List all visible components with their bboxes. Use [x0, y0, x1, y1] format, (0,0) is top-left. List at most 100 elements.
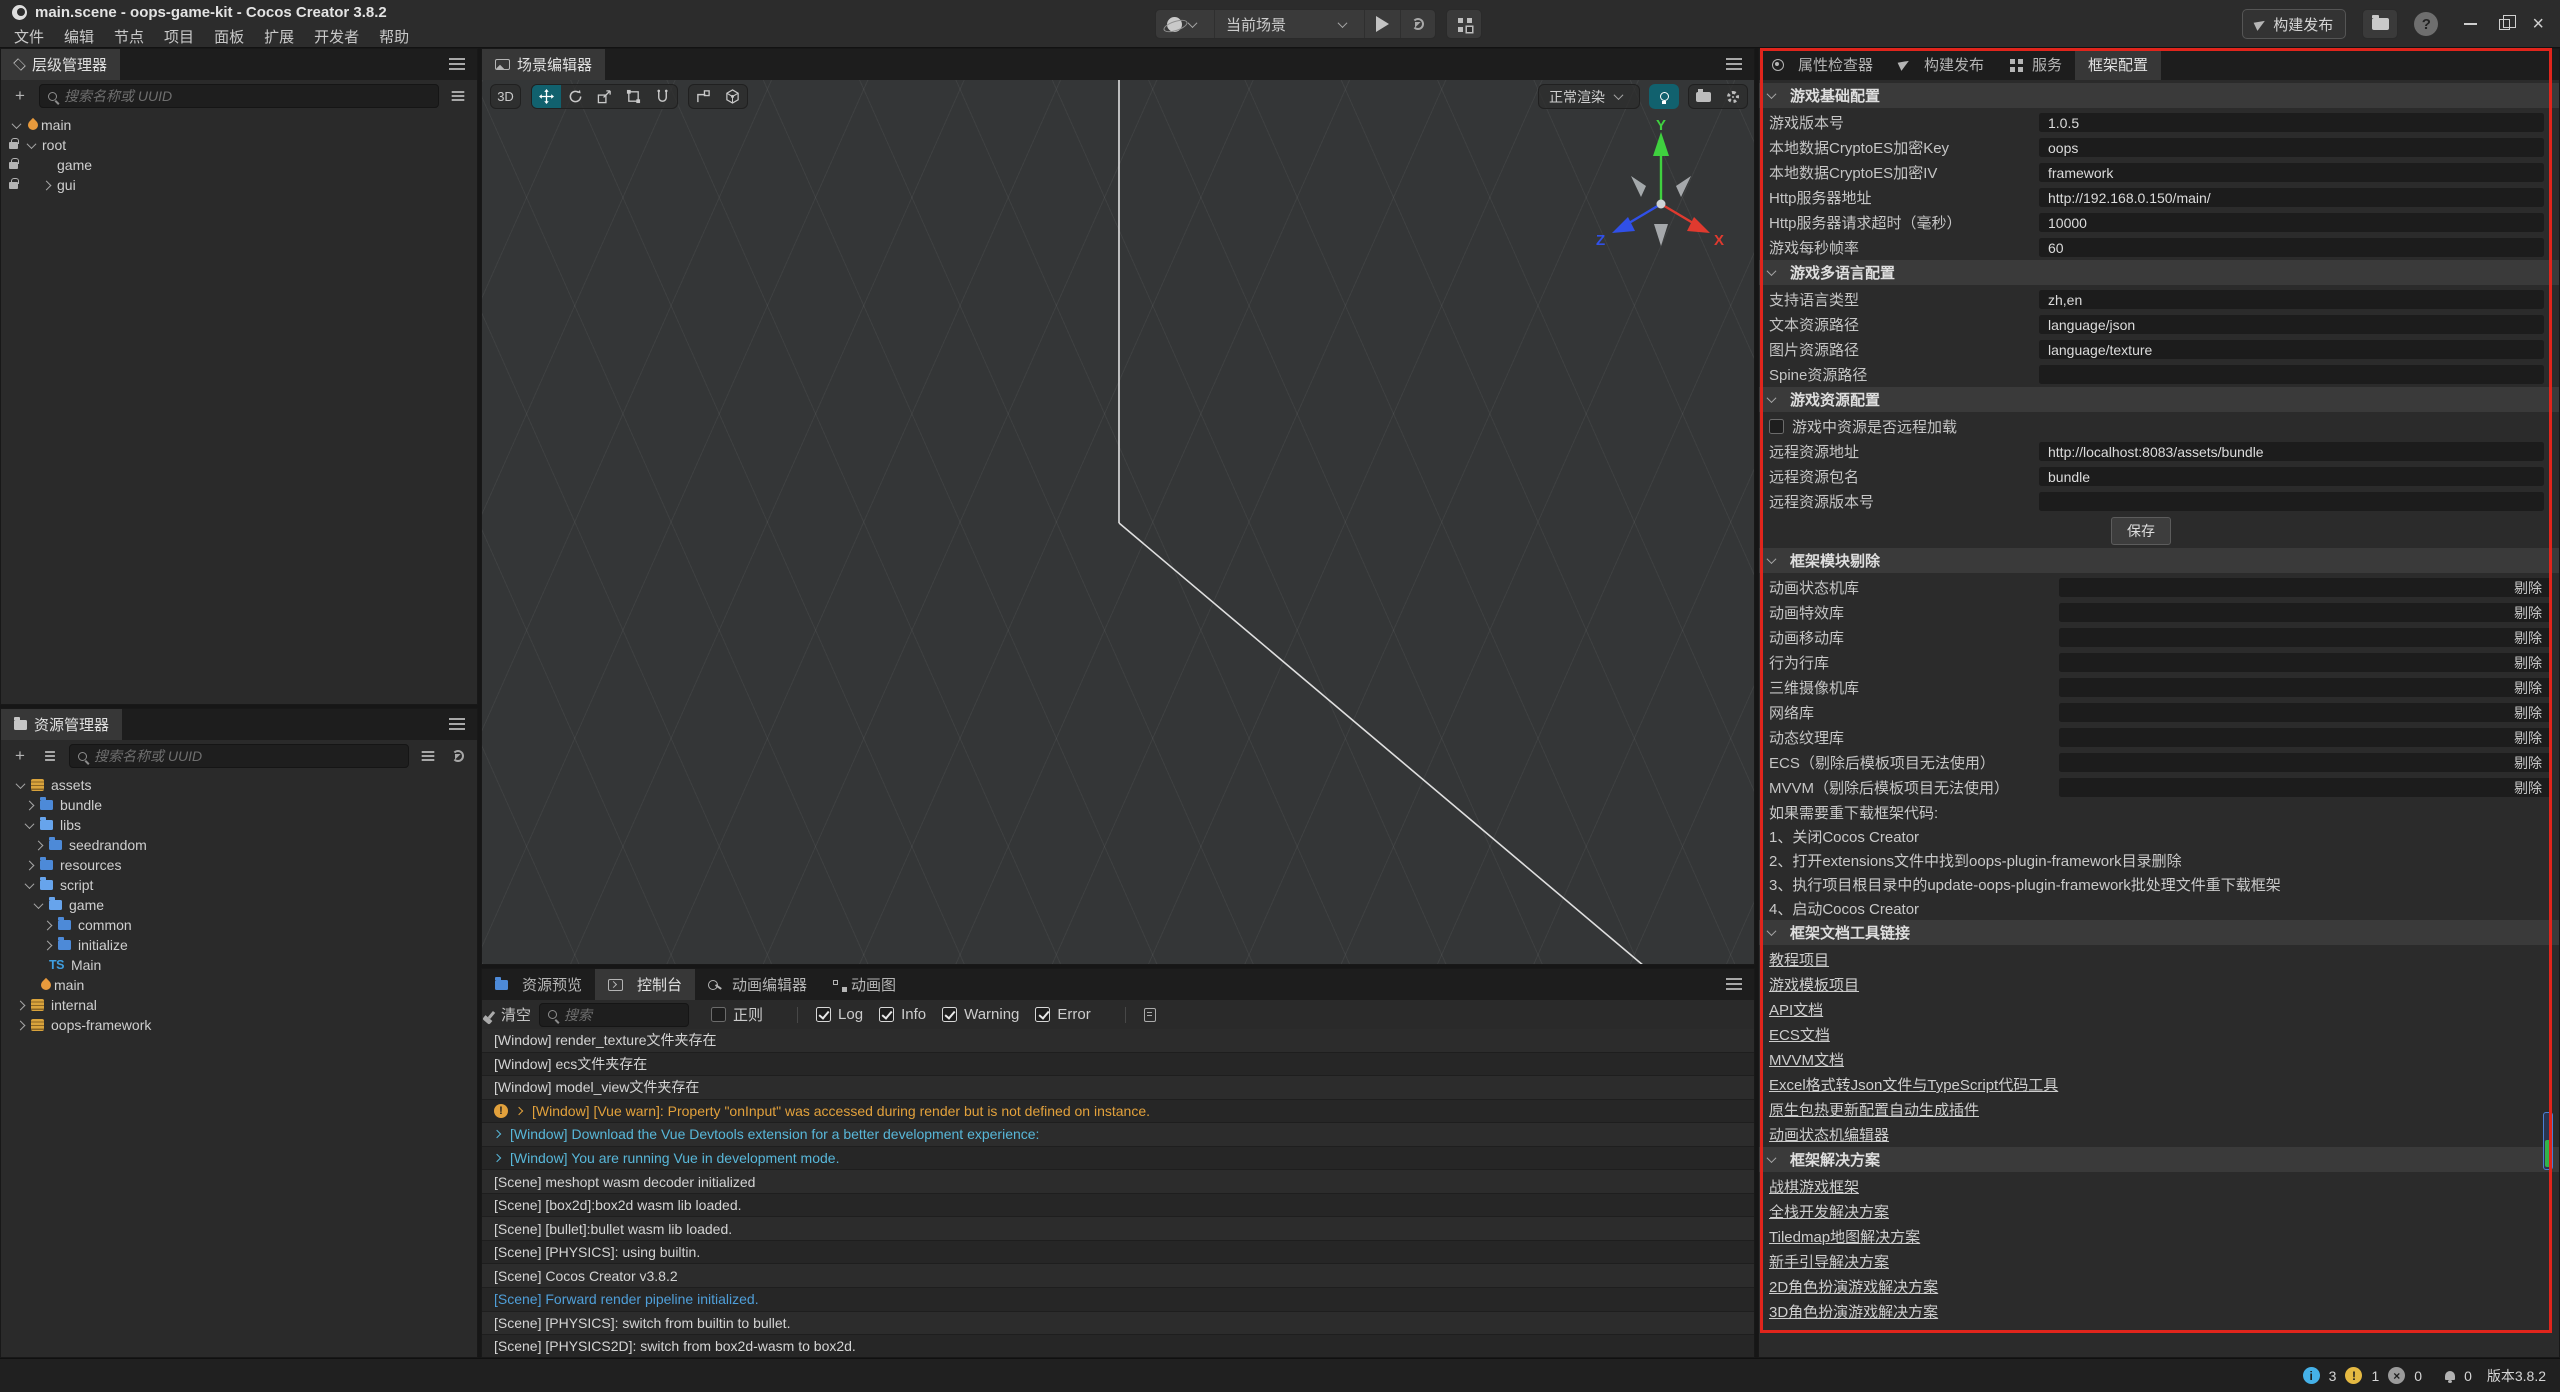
log-filter-info[interactable]: Info: [879, 1006, 926, 1023]
expand-arrow-icon[interactable]: [493, 1130, 501, 1138]
expand-arrow-icon[interactable]: [43, 940, 53, 950]
expand-arrow-icon[interactable]: [34, 840, 44, 850]
checkbox-checked-icon[interactable]: [879, 1007, 894, 1022]
doc-link[interactable]: Excel格式转Json文件与TypeScript代码工具: [1769, 1074, 2058, 1095]
field-input[interactable]: http://localhost:8083/assets/bundle: [2039, 442, 2544, 461]
cull-button[interactable]: 剔除: [2059, 678, 2551, 697]
doc-link[interactable]: 2D角色扮演游戏解决方案: [1769, 1276, 1938, 1297]
snap-settings-button[interactable]: [689, 84, 718, 109]
tree-item[interactable]: bundle: [1, 795, 477, 815]
field-input[interactable]: 60: [2039, 238, 2544, 257]
section-header[interactable]: 框架模块剔除: [1759, 548, 2559, 573]
menu-item[interactable]: 扩展: [254, 25, 304, 48]
scene-select-dropdown[interactable]: 当前场景: [1215, 10, 1365, 38]
cull-button[interactable]: 剔除: [2059, 753, 2551, 772]
tab-assets[interactable]: 资源管理器: [1, 709, 122, 740]
log-row[interactable]: [Window] ecs文件夹存在: [482, 1053, 1754, 1077]
tab-scene-editor[interactable]: 场景编辑器: [482, 49, 605, 80]
section-header[interactable]: 框架解决方案: [1759, 1147, 2559, 1172]
field-input[interactable]: [2039, 365, 2544, 384]
tree-item[interactable]: seedrandom: [1, 835, 477, 855]
move-tool-button[interactable]: [532, 84, 561, 109]
refresh-assets-icon[interactable]: [447, 745, 469, 767]
open-project-folder-button[interactable]: [2362, 9, 2398, 39]
rect-tool-button[interactable]: [619, 84, 648, 109]
ui-transform-tool-button[interactable]: [648, 84, 677, 109]
doc-link[interactable]: ECS文档: [1769, 1024, 1830, 1045]
tab-hierarchy[interactable]: 层级管理器: [1, 49, 120, 80]
field-input[interactable]: zh,en: [2039, 290, 2544, 309]
tree-item[interactable]: game: [1, 155, 477, 175]
log-row[interactable]: [Scene] [box2d]:box2d wasm lib loaded.: [482, 1194, 1754, 1218]
menu-item[interactable]: 文件: [4, 25, 54, 48]
help-button[interactable]: ?: [2414, 12, 2438, 36]
expand-arrow-icon[interactable]: [16, 779, 26, 789]
log-row[interactable]: [Window] Download the Vue Devtools exten…: [482, 1123, 1754, 1147]
doc-link[interactable]: 教程项目: [1769, 949, 1829, 970]
tree-item[interactable]: internal: [1, 995, 477, 1015]
scene-settings-button[interactable]: [1718, 84, 1747, 109]
log-row[interactable]: [Scene] Forward render pipeline initiali…: [482, 1288, 1754, 1312]
error-count-icon[interactable]: ×: [2388, 1367, 2405, 1384]
log-row[interactable]: [Window] You are running Vue in developm…: [482, 1147, 1754, 1171]
tree-item[interactable]: resources: [1, 855, 477, 875]
remote-load-checkbox-row[interactable]: 游戏中资源是否远程加载: [1759, 414, 2559, 439]
regex-checkbox[interactable]: [711, 1007, 726, 1022]
cull-button[interactable]: 剔除: [2059, 703, 2551, 722]
checkbox-checked-icon[interactable]: [1035, 1007, 1050, 1022]
rotate-tool-button[interactable]: [561, 84, 590, 109]
doc-link[interactable]: 原生包热更新配置自动生成插件: [1769, 1099, 1979, 1120]
save-button[interactable]: 保存: [2111, 517, 2171, 545]
qr-preview-button[interactable]: [1446, 9, 1482, 39]
console-searchbox[interactable]: [539, 1003, 689, 1027]
panel-menu-icon[interactable]: [1726, 63, 1742, 65]
create-asset-button[interactable]: +: [9, 745, 31, 767]
menu-item[interactable]: 面板: [204, 25, 254, 48]
console-search-input[interactable]: [564, 1007, 680, 1023]
field-input[interactable]: http://192.168.0.150/main/: [2039, 188, 2544, 207]
tree-item[interactable]: assets: [1, 775, 477, 795]
close-button[interactable]: ×: [2532, 18, 2544, 30]
expand-arrow-icon[interactable]: [42, 180, 52, 190]
play-button[interactable]: [1365, 10, 1401, 38]
warning-count-icon[interactable]: !: [2345, 1367, 2362, 1384]
log-row[interactable]: [Scene] Cocos Creator v3.8.2: [482, 1264, 1754, 1288]
cull-button[interactable]: 剔除: [2059, 778, 2551, 797]
tab-inspector[interactable]: 服务: [1997, 49, 2075, 80]
expand-arrow-icon[interactable]: [25, 860, 35, 870]
log-row[interactable]: [Window] render_texture文件夹存在: [482, 1029, 1754, 1053]
create-node-button[interactable]: +: [9, 85, 31, 107]
panel-menu-icon[interactable]: [449, 723, 465, 725]
scrollbar-thumb[interactable]: [2545, 1140, 2551, 1167]
checkbox-icon[interactable]: [1769, 419, 1784, 434]
expand-arrow-icon[interactable]: [12, 119, 22, 129]
restore-button[interactable]: [2499, 19, 2510, 30]
inspector-scrollbar[interactable]: [2543, 1112, 2553, 1170]
panel-menu-icon[interactable]: [1726, 983, 1742, 985]
scene-viewport[interactable]: 3D: [482, 80, 1754, 964]
panel-menu-icon[interactable]: [449, 63, 465, 65]
tree-item[interactable]: gui: [1, 175, 477, 195]
regex-toggle[interactable]: 正则: [711, 1004, 763, 1025]
render-mode-dropdown[interactable]: 正常渲染: [1538, 84, 1640, 109]
tree-item[interactable]: root: [1, 135, 477, 155]
log-row[interactable]: [Window] model_view文件夹存在: [482, 1076, 1754, 1100]
log-row[interactable]: [Scene] [PHYSICS2D]: switch from box2d-w…: [482, 1335, 1754, 1357]
doc-link[interactable]: 游戏模板项目: [1769, 974, 1859, 995]
cull-button[interactable]: 剔除: [2059, 653, 2551, 672]
doc-link[interactable]: 动画状态机编辑器: [1769, 1124, 1889, 1145]
section-header[interactable]: 游戏基础配置: [1759, 83, 2559, 108]
section-header[interactable]: 游戏资源配置: [1759, 387, 2559, 412]
log-filter-warning[interactable]: Warning: [942, 1006, 1019, 1023]
log-row[interactable]: [Scene] [PHYSICS]: switch from builtin t…: [482, 1312, 1754, 1336]
menu-item[interactable]: 开发者: [304, 25, 369, 48]
expand-arrow-icon[interactable]: [27, 139, 37, 149]
doc-link[interactable]: Tiledmap地图解决方案: [1769, 1226, 1920, 1247]
build-publish-button[interactable]: 构建发布: [2242, 9, 2346, 39]
expand-arrow-icon[interactable]: [515, 1107, 523, 1115]
tab-console[interactable]: 资源预览: [482, 969, 595, 1000]
info-count-icon[interactable]: i: [2303, 1367, 2320, 1384]
menu-item[interactable]: 项目: [154, 25, 204, 48]
expand-arrow-icon[interactable]: [25, 879, 35, 889]
expand-arrow-icon[interactable]: [493, 1154, 501, 1162]
